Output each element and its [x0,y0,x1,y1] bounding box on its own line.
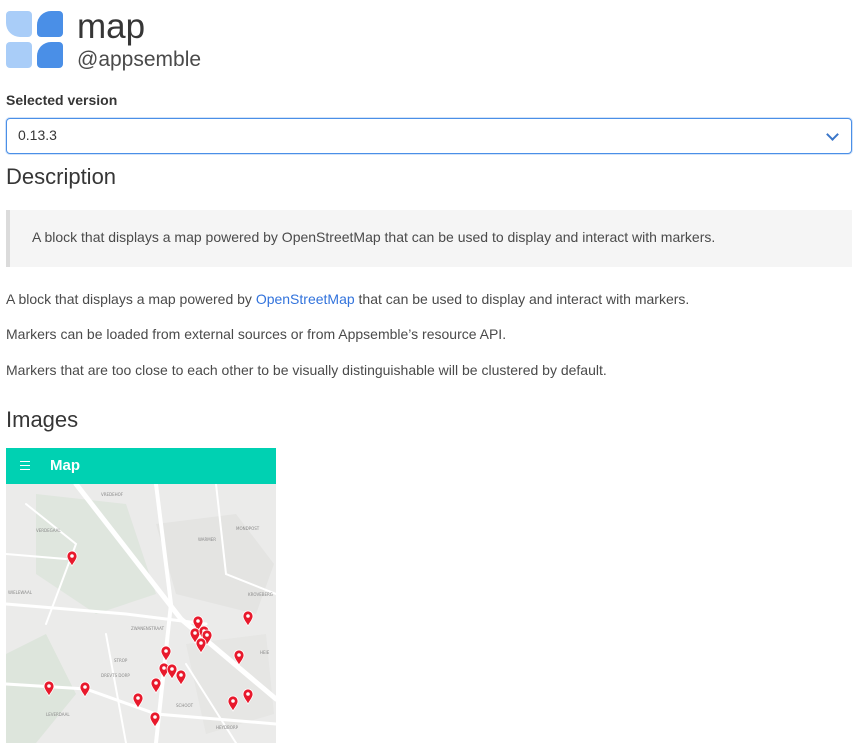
map-label: SCHOOT [176,703,194,708]
map-label: ZWANENSTRAAT [131,626,165,631]
map-label: HEYDBORP [216,725,239,730]
version-label: Selected version [6,92,118,108]
block-title: map [77,7,146,46]
map-label: WIELEWAAL [8,590,33,595]
chevron-down-icon[interactable] [826,128,839,141]
description-paragraph-3: Markers that are too close to each other… [6,362,607,378]
map-label: LEVERDAAL [46,712,70,717]
images-heading: Images [6,407,79,432]
appsemble-logo [6,11,64,69]
map-image: VREDEHOF VERDEGAAL MONDPOST WIELEWAAL KR… [6,484,276,743]
description-paragraph-2: Markers can be loaded from external sour… [6,326,507,342]
map-label: VERDEGAAL [36,528,61,533]
map-label: MONDPOST [236,526,260,531]
description-quote: A block that displays a map powered by O… [6,210,852,267]
map-label: HEIE [260,650,270,655]
map-label: KROVEBERG [248,592,273,597]
header-titles: map @appsemble [77,8,201,72]
app-title: Map [50,457,80,474]
map-label: DREVTS DORP [101,673,130,678]
description-heading: Description [6,164,117,189]
version-select[interactable]: 0.13.3 [6,118,852,154]
openstreetmap-link[interactable]: OpenStreetMap [256,291,355,307]
package-header: map @appsemble [6,8,201,72]
menu-icon [20,461,30,470]
map-label: WARMER [198,537,216,542]
version-select-value: 0.13.3 [18,127,57,143]
block-screenshot[interactable]: Map VREDEHOF VERDEGAAL MONDPOST WIELEWAA… [6,448,276,743]
description-paragraph-1: A block that displays a map powered by O… [6,291,690,307]
organization-name: @appsemble [77,48,202,71]
app-navbar: Map [6,448,276,484]
map-label: STROP [114,658,128,663]
map-label: VREDEHOF [101,492,124,497]
